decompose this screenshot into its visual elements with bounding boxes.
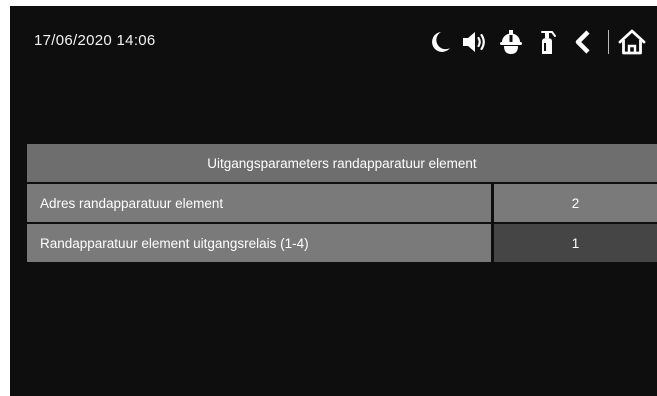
- address-value-field[interactable]: 2: [494, 184, 657, 222]
- output-relay-value-field[interactable]: 1: [494, 224, 657, 262]
- panel-title: Uitgangsparameters randapparatuur elemen…: [27, 144, 657, 182]
- fire-extinguisher-icon[interactable]: [532, 27, 562, 57]
- output-parameters-panel: Uitgangsparameters randapparatuur elemen…: [27, 144, 657, 262]
- moon-icon[interactable]: [424, 27, 454, 57]
- home-icon[interactable]: [617, 27, 647, 57]
- helmet-icon[interactable]: [496, 27, 526, 57]
- datetime-display: 17/06/2020 14:06: [34, 32, 156, 49]
- icon-separator: [608, 30, 609, 54]
- row-label: Adres randapparatuur element: [27, 184, 491, 222]
- back-icon[interactable]: [568, 27, 598, 57]
- device-screen: 17/06/2020 14:06 Uitgangsparameters rand…: [10, 6, 657, 396]
- speaker-icon[interactable]: [460, 27, 490, 57]
- row-label: Randapparatuur element uitgangsrelais (1…: [27, 224, 491, 262]
- table-row[interactable]: Randapparatuur element uitgangsrelais (1…: [27, 224, 657, 262]
- status-icons: [418, 27, 647, 57]
- table-row[interactable]: Adres randapparatuur element 2: [27, 184, 657, 222]
